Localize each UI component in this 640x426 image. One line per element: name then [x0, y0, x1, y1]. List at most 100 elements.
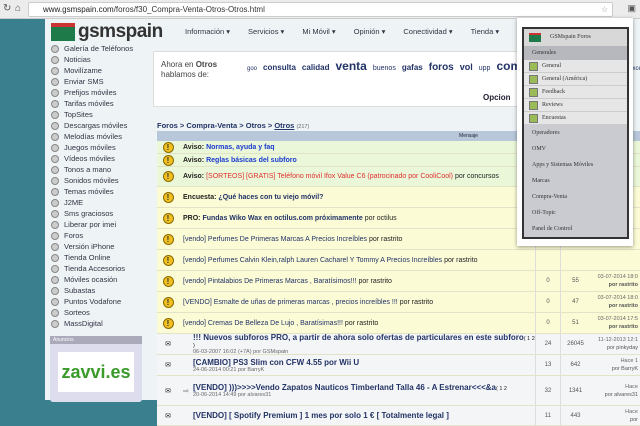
author[interactable]: por concursos	[453, 173, 499, 180]
author[interactable]: por octilus	[363, 215, 397, 222]
popup-category[interactable]: Compra-Venta	[524, 189, 627, 205]
popup-forum-item[interactable]: Encuestas	[524, 112, 627, 125]
sidebar-item[interactable]: Melodías móviles	[45, 131, 150, 142]
sidebar-item[interactable]: Noticias	[45, 54, 150, 65]
sidebar-item[interactable]: Sorteos	[45, 307, 150, 318]
site-logo[interactable]: gsmspain	[51, 21, 163, 43]
table-row[interactable]: ✉ [CAMBIO] PS3 Slim con CFW 4.55 por Wii …	[157, 355, 640, 376]
tag-word[interactable]: consulta	[263, 63, 296, 72]
nav-item[interactable]: Opinión ▾	[354, 27, 386, 36]
tag-word[interactable]: vol	[460, 62, 473, 72]
popup-category[interactable]: Panel de Control	[524, 221, 627, 237]
last-post[interactable]: 03-07-2014 17:5 por rastrito	[590, 315, 640, 331]
thread-title[interactable]: [vendo] Cremas De Belleza De Lujo , Bara…	[179, 320, 535, 327]
title-link[interactable]: [vendo] Pintalabios De Primeras Marcas ,…	[183, 278, 357, 285]
last-post[interactable]: Hace por	[590, 408, 640, 424]
title-link[interactable]: Reglas básicas del subforo	[206, 157, 297, 164]
last-post[interactable]: Hace por alvares31	[590, 383, 640, 399]
table-row[interactable]: ✉ !!! Nuevos subforos PRO, a partir de ah…	[157, 333, 640, 355]
last-post[interactable]: Hace 1 por BarryK	[590, 357, 640, 373]
thread-title[interactable]: [vendo] Pintalabios De Primeras Marcas ,…	[179, 278, 535, 285]
thread-title[interactable]: [vendo] Perfumes Calvin Klein,ralph Laur…	[179, 257, 535, 264]
last-post[interactable]: 11-12-2013 12:1 por pinkyday	[590, 336, 640, 352]
tag-word[interactable]: upp	[479, 65, 491, 72]
last-user[interactable]: por rastrito	[609, 282, 638, 288]
sidebar-item[interactable]: Galería de Teléfonos	[45, 43, 150, 54]
popup-forum-item[interactable]: Feedback	[524, 86, 627, 99]
tag-word[interactable]: calidad	[302, 63, 330, 72]
nav-item[interactable]: Servicios ▾	[248, 27, 284, 36]
author[interactable]: por rastrito	[367, 236, 402, 243]
title-link[interactable]: [vendo] Perfumes Calvin Klein,ralph Laur…	[183, 257, 442, 264]
title-link[interactable]: [VENDO] )))>>>>Vendo Zapatos Nauticos Ti…	[193, 383, 496, 392]
thread-title[interactable]: !!! Nuevos subforos PRO, a partir de aho…	[193, 333, 535, 355]
star-icon[interactable]: ☆	[601, 3, 608, 16]
table-row[interactable]: ! [vendo] Perfumes Calvin Klein,ralph Lau…	[157, 250, 640, 271]
title-link[interactable]: Normas, ayuda y faq	[206, 144, 274, 151]
popup-forum-item[interactable]: General	[524, 60, 627, 73]
title-link[interactable]: Fundas Wiko Wax en octilus.com próximame…	[202, 215, 362, 222]
nav-item[interactable]: Conectividad ▾	[403, 27, 452, 36]
title-link[interactable]: [vendo] Perfumes De Primeras Marcas A Pr…	[183, 236, 367, 243]
table-row[interactable]: ! [vendo] Pintalabios De Primeras Marcas …	[157, 271, 640, 292]
sidebar-item[interactable]: Prefijos móviles	[45, 87, 150, 98]
thread-title[interactable]: [VENDO] Esmalte de uñas de primeras marc…	[179, 299, 535, 306]
sidebar-item[interactable]: Liberar por imei	[45, 219, 150, 230]
popup-category[interactable]: Operadores	[524, 125, 627, 141]
sidebar-item[interactable]: Vídeos móviles	[45, 153, 150, 164]
table-row[interactable]: ! [vendo] Cremas De Belleza De Lujo , Bar…	[157, 313, 640, 334]
sidebar-item[interactable]: Sonidos móviles	[45, 175, 150, 186]
breadcrumb-path[interactable]: Foros > Compra-Venta > Otros >	[157, 121, 274, 130]
popup-category[interactable]: OMV	[524, 141, 627, 157]
extension-icon[interactable]: ▣	[627, 3, 636, 14]
table-row[interactable]: ✉ ⇨ [VENDO] )))>>>>Vendo Zapatos Nauticos …	[157, 376, 640, 406]
ad-box[interactable]: Anuncios zavvi.es	[50, 336, 142, 402]
last-user[interactable]: por alvares31	[605, 392, 638, 398]
last-user[interactable]: por rastrito	[609, 303, 638, 309]
breadcrumb-current[interactable]: Otros	[274, 121, 294, 130]
address-bar[interactable]: www.gsmspain.com/foros/f30_Compra-Venta-…	[28, 2, 613, 17]
author[interactable]: por rastrito	[343, 320, 378, 327]
popup-category[interactable]: Off-Topic	[524, 205, 627, 221]
sidebar-item[interactable]: Versión iPhone	[45, 241, 150, 252]
tag-word[interactable]: venta	[336, 59, 367, 73]
nav-item[interactable]: Mi Móvil ▾	[302, 27, 335, 36]
title-link[interactable]: [SORTEOS] [GRATIS] Teléfono móvil Ifox V…	[206, 173, 453, 180]
popup-section[interactable]: Generales	[524, 46, 627, 60]
last-user[interactable]: por BarryK	[612, 366, 638, 372]
author[interactable]: por rastrito	[398, 299, 433, 306]
tag-word[interactable]: gafas	[402, 63, 423, 72]
tag-word[interactable]: goo	[247, 66, 257, 72]
author[interactable]: por rastrito	[357, 278, 391, 285]
sidebar-item[interactable]: Descargas móviles	[45, 120, 150, 131]
last-user[interactable]: por	[630, 417, 638, 423]
popup-category[interactable]: Marcas	[524, 173, 627, 189]
tag-word[interactable]: buenos	[373, 65, 396, 72]
sidebar-item[interactable]: Móviles ocasión	[45, 274, 150, 285]
sidebar-item[interactable]: TopSites	[45, 109, 150, 120]
author[interactable]: por rastrito	[442, 257, 477, 264]
last-user[interactable]: por rastrito	[609, 324, 638, 330]
tag-word[interactable]: foros	[429, 62, 454, 73]
sidebar-item[interactable]: MassDigital	[45, 318, 150, 329]
table-row[interactable]: ✉ [VENDO] [ Spotify Premium ] 1 mes por s…	[157, 406, 640, 426]
reload-icon[interactable]: ↻	[3, 3, 11, 14]
sidebar-item[interactable]: Tarifas móviles	[45, 98, 150, 109]
nav-item[interactable]: Información ▾	[185, 27, 230, 36]
title-link[interactable]: [vendo] Cremas De Belleza De Lujo , Bara…	[183, 320, 343, 327]
sidebar-item[interactable]: Juegos móviles	[45, 142, 150, 153]
sidebar-item[interactable]: Enviar SMS	[45, 76, 150, 87]
popup-forum-item[interactable]: General (América)	[524, 73, 627, 86]
sidebar-item[interactable]: Subastas	[45, 285, 150, 296]
thread-title[interactable]: [VENDO] [ Spotify Premium ] 1 mes por so…	[193, 411, 535, 420]
title-link[interactable]: [VENDO] [ Spotify Premium ] 1 mes por so…	[193, 411, 449, 420]
sidebar-item[interactable]: Sms graciosos	[45, 208, 150, 219]
sidebar-item[interactable]: Tienda Accesorios	[45, 263, 150, 274]
title-link[interactable]: [VENDO] Esmalte de uñas de primeras marc…	[183, 299, 398, 306]
page-links[interactable]: ( 1 2	[496, 386, 507, 392]
thread-title[interactable]: [CAMBIO] PS3 Slim con CFW 4.55 por Wii U…	[193, 358, 535, 373]
popup-category[interactable]: Apps y Sistemas Móviles	[524, 157, 627, 173]
sidebar-item[interactable]: Temas móviles	[45, 186, 150, 197]
last-post[interactable]: 03-07-2014 18:0 por rastrito	[590, 294, 640, 310]
sidebar-item[interactable]: J2ME	[45, 197, 150, 208]
